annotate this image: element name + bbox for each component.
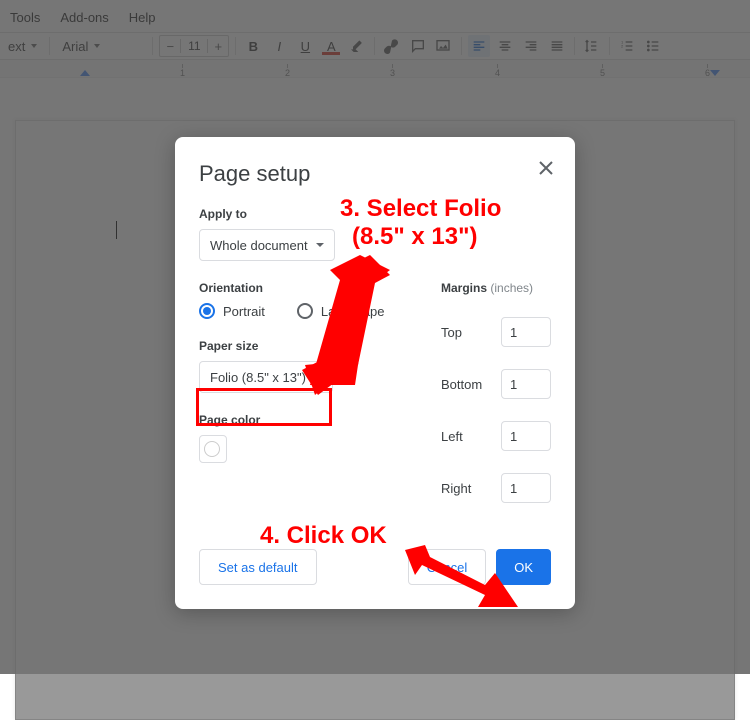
margin-top-label: Top <box>441 325 489 340</box>
portrait-label: Portrait <box>223 304 265 319</box>
applyto-label: Apply to <box>199 207 551 221</box>
color-circle-icon <box>204 441 220 457</box>
margin-top-input[interactable] <box>501 317 551 347</box>
margins-unit: (inches) <box>490 281 533 295</box>
set-default-button[interactable]: Set as default <box>199 549 317 585</box>
margins-label: Margins (inches) <box>441 281 551 295</box>
close-icon <box>539 161 553 175</box>
portrait-radio[interactable]: Portrait <box>199 303 265 319</box>
paper-size-value: Folio (8.5" x 13") <box>210 370 306 385</box>
margin-bottom-input[interactable] <box>501 369 551 399</box>
applyto-value: Whole document <box>210 238 308 253</box>
page-color-select[interactable] <box>199 435 227 463</box>
dialog-title: Page setup <box>199 161 551 187</box>
margin-bottom-label: Bottom <box>441 377 489 392</box>
margin-left-label: Left <box>441 429 489 444</box>
annotation-arrow-step3 <box>300 255 390 395</box>
margin-right-label: Right <box>441 481 489 496</box>
margin-right-input[interactable] <box>501 473 551 503</box>
margin-left-input[interactable] <box>501 421 551 451</box>
radio-selected-icon <box>199 303 215 319</box>
annotation-arrow-step4 <box>400 545 520 615</box>
close-button[interactable] <box>539 159 553 180</box>
caret-down-icon <box>316 243 324 247</box>
